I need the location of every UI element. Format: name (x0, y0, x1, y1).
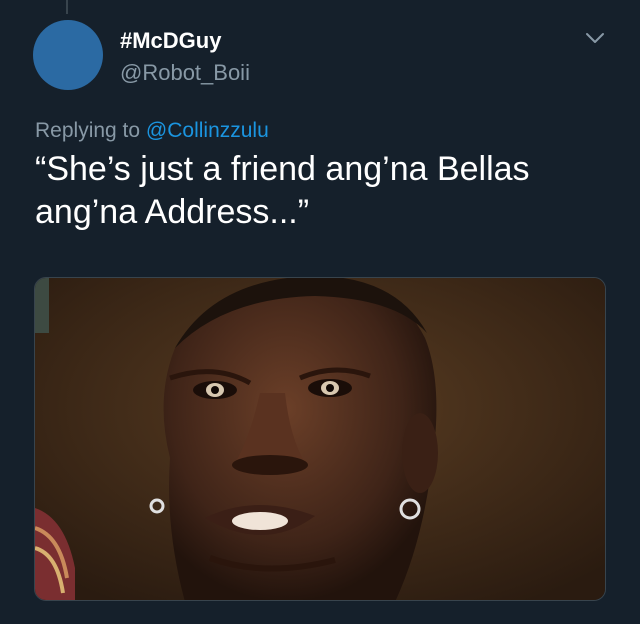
avatar[interactable] (33, 20, 103, 90)
replying-to-line: Replying to @Collinzzulu (35, 118, 269, 144)
user-handle[interactable]: @Robot_Boii (120, 60, 250, 86)
replying-to-label: Replying to (35, 119, 141, 142)
chevron-down-icon[interactable] (584, 30, 606, 46)
thread-connector-line (66, 0, 68, 14)
mention-link[interactable]: @Collinzzulu (146, 119, 269, 142)
tweet-image[interactable] (34, 277, 606, 601)
tweet-text: “She’s just a friend ang’na Bellas ang’n… (35, 150, 530, 231)
display-name[interactable]: #McDGuy (120, 28, 221, 54)
